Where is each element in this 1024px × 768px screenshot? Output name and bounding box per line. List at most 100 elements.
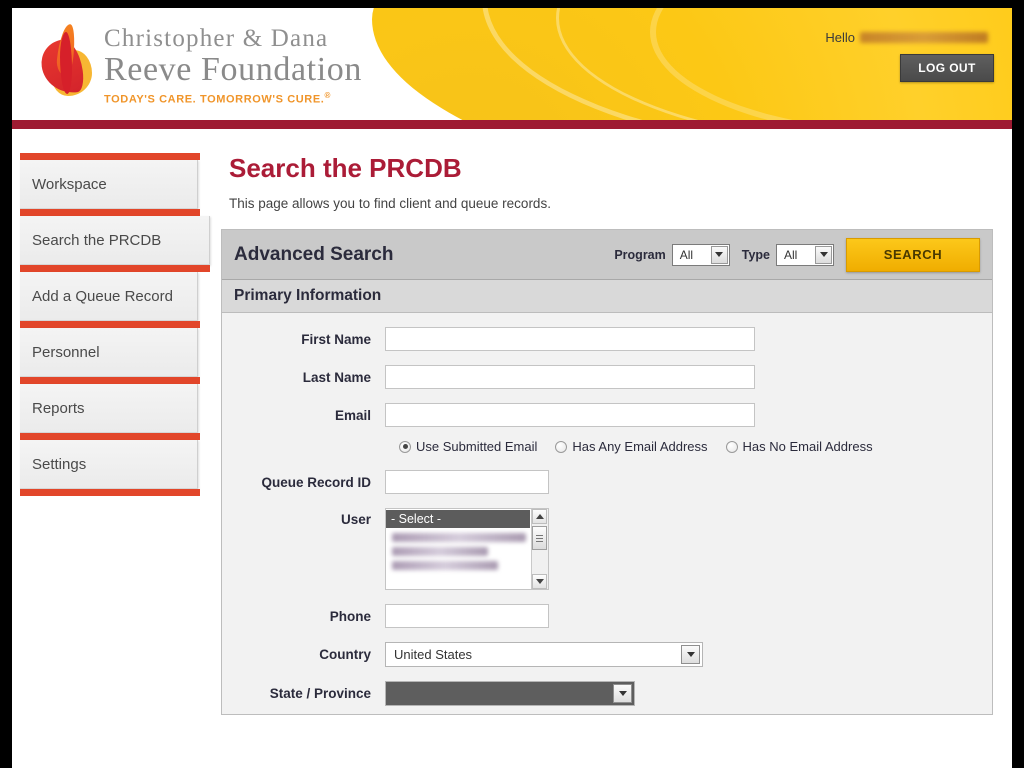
user-label: User	[222, 508, 385, 527]
sidebar-item-reports-label[interactable]: Reports	[20, 384, 198, 433]
country-select-value: United States	[386, 647, 472, 662]
type-filter: Type All	[742, 244, 834, 266]
user-listbox-option-redacted[interactable]	[392, 533, 526, 542]
logout-button[interactable]: LOG OUT	[900, 54, 994, 82]
last-name-row: Last Name	[222, 365, 992, 389]
program-filter: Program All	[614, 244, 729, 266]
first-name-row: First Name	[222, 327, 992, 351]
advanced-search-title: Advanced Search	[234, 244, 614, 266]
state-province-select[interactable]	[385, 681, 635, 706]
page-title: Search the PRCDB	[229, 153, 1001, 184]
page-subtitle: This page allows you to find client and …	[229, 196, 1001, 211]
scrollbar-thumb[interactable]	[532, 526, 547, 550]
country-row: Country United States	[222, 642, 992, 667]
state-province-label: State / Province	[222, 686, 385, 701]
user-row: User - Select -	[222, 508, 992, 590]
last-name-label: Last Name	[222, 370, 385, 385]
email-row: Email	[222, 403, 992, 427]
username-redacted	[860, 32, 988, 43]
sidebar-divider-2	[20, 265, 210, 272]
queue-record-id-label: Queue Record ID	[222, 475, 385, 490]
radio-button-icon[interactable]	[399, 441, 411, 453]
primary-information-section-header: Primary Information	[222, 280, 992, 313]
queue-record-id-row: Queue Record ID	[222, 470, 992, 494]
phone-label: Phone	[222, 609, 385, 624]
chevron-down-icon[interactable]	[613, 684, 632, 703]
sidebar-divider-3	[20, 321, 200, 328]
user-listbox-option-redacted[interactable]	[392, 547, 488, 556]
user-listbox-selected-option[interactable]: - Select -	[386, 510, 530, 528]
email-filter-radio-group: Use Submitted Email Has Any Email Addres…	[399, 439, 992, 454]
state-province-row: State / Province	[222, 681, 992, 706]
sidebar-item-search-prcdb-label[interactable]: Search the PRCDB	[20, 216, 210, 265]
logo-tagline-text: TODAY'S CARE. TOMORROW'S CURE.	[104, 94, 324, 106]
sidebar-item-personnel-label[interactable]: Personnel	[20, 328, 198, 377]
sidebar-divider-4	[20, 377, 200, 384]
header-spacer	[12, 129, 1012, 153]
header-crimson-divider	[12, 120, 1012, 129]
type-select-value: All	[777, 248, 797, 262]
program-select-value: All	[673, 248, 693, 262]
advanced-search-panel: Advanced Search Program All Type All	[221, 229, 993, 715]
sidebar-item-settings[interactable]: Settings	[20, 440, 216, 496]
radio-has-no-email-address[interactable]: Has No Email Address	[726, 439, 873, 454]
phone-input[interactable]	[385, 604, 549, 628]
greeting: Hello	[825, 30, 988, 45]
advanced-search-form: First Name Last Name Email	[222, 313, 992, 714]
site-header: Christopher & Dana Reeve Foundation TODA…	[12, 8, 1012, 120]
sidebar-divider-1	[20, 209, 200, 216]
sidebar-divider-5	[20, 433, 200, 440]
logo-tagline: TODAY'S CARE. TOMORROW'S CURE.®	[104, 91, 362, 106]
country-select[interactable]: United States	[385, 642, 703, 667]
user-listbox-option-redacted[interactable]	[392, 561, 498, 570]
scroll-down-arrow-icon[interactable]	[532, 574, 547, 589]
search-button[interactable]: SEARCH	[846, 238, 980, 272]
sidebar-item-add-queue-record[interactable]: Add a Queue Record	[20, 272, 216, 328]
email-input[interactable]	[385, 403, 755, 427]
sidebar-divider-top	[20, 153, 200, 160]
advanced-search-header: Advanced Search Program All Type All	[222, 230, 992, 280]
type-select[interactable]: All	[776, 244, 834, 266]
user-listbox[interactable]: - Select -	[385, 508, 549, 590]
main-content: Search the PRCDB This page allows you to…	[221, 153, 1001, 715]
sidebar-divider-6	[20, 489, 200, 496]
sidebar-item-add-queue-record-label[interactable]: Add a Queue Record	[20, 272, 198, 321]
radio-button-icon[interactable]	[555, 441, 567, 453]
page-body: Workspace Search the PRCDB Add a Queue R…	[12, 153, 1012, 768]
sidebar-item-personnel[interactable]: Personnel	[20, 328, 216, 384]
logo-line-1: Christopher & Dana	[104, 26, 362, 52]
radio-has-any-email-address-label: Has Any Email Address	[572, 439, 707, 454]
radio-has-no-email-address-label: Has No Email Address	[743, 439, 873, 454]
chevron-down-icon[interactable]	[681, 645, 700, 664]
first-name-input[interactable]	[385, 327, 755, 351]
hello-label: Hello	[825, 30, 855, 45]
sidebar-item-reports[interactable]: Reports	[20, 384, 216, 440]
last-name-input[interactable]	[385, 365, 755, 389]
chevron-down-icon[interactable]	[711, 246, 728, 264]
reeve-flame-logo-icon	[40, 24, 96, 102]
radio-has-any-email-address[interactable]: Has Any Email Address	[555, 439, 707, 454]
sidebar-item-search-prcdb[interactable]: Search the PRCDB	[20, 216, 216, 272]
scroll-up-arrow-icon[interactable]	[532, 509, 547, 524]
sidebar-item-workspace-label[interactable]: Workspace	[20, 160, 198, 209]
chevron-down-icon[interactable]	[815, 246, 832, 264]
program-select[interactable]: All	[672, 244, 730, 266]
queue-record-id-input[interactable]	[385, 470, 549, 494]
sidebar-nav: Workspace Search the PRCDB Add a Queue R…	[20, 153, 216, 496]
sidebar-item-settings-label[interactable]: Settings	[20, 440, 198, 489]
sidebar-item-workspace-wrap	[20, 153, 216, 160]
email-label: Email	[222, 408, 385, 423]
site-logo[interactable]: Christopher & Dana Reeve Foundation TODA…	[40, 24, 362, 106]
country-label: Country	[222, 647, 385, 662]
program-label: Program	[614, 248, 665, 262]
phone-row: Phone	[222, 604, 992, 628]
sidebar-item-workspace[interactable]: Workspace	[20, 160, 216, 216]
logo-line-2: Reeve Foundation	[104, 53, 362, 87]
radio-use-submitted-email[interactable]: Use Submitted Email	[399, 439, 537, 454]
first-name-label: First Name	[222, 332, 385, 347]
type-label: Type	[742, 248, 770, 262]
radio-button-icon[interactable]	[726, 441, 738, 453]
radio-use-submitted-email-label: Use Submitted Email	[416, 439, 537, 454]
browser-viewport: Christopher & Dana Reeve Foundation TODA…	[12, 8, 1012, 768]
user-listbox-scrollbar[interactable]	[531, 509, 548, 589]
